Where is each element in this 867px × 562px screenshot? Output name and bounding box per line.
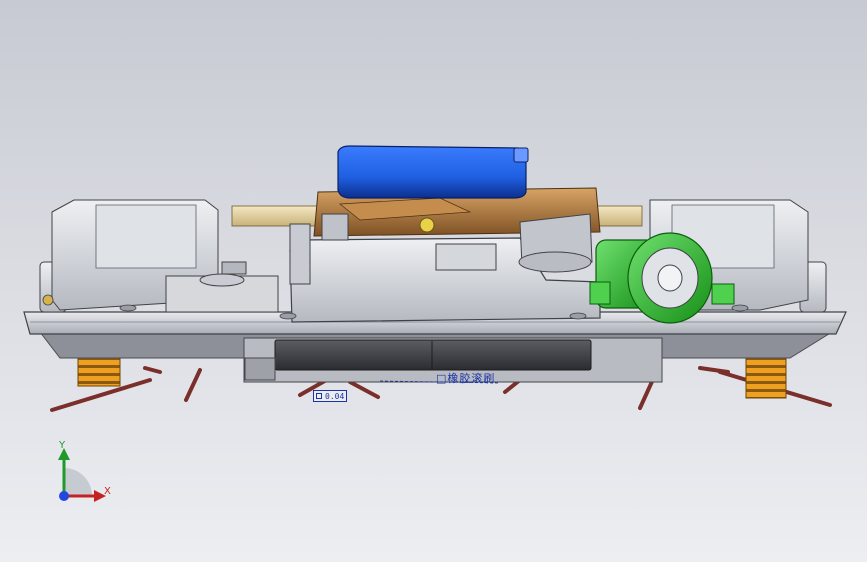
vacuum-fan-motor bbox=[337, 145, 527, 199]
side-brush-right bbox=[638, 366, 832, 410]
dimension-callout[interactable]: 0.04 bbox=[313, 390, 348, 402]
side-brush-left bbox=[50, 366, 202, 412]
robot-vacuum-model[interactable] bbox=[0, 0, 867, 562]
y-axis-label: Y bbox=[59, 440, 66, 451]
roller-brush-housing bbox=[274, 339, 592, 371]
coordinate-triad-icon bbox=[58, 448, 106, 502]
part-note[interactable]: □橡胶滚刷 bbox=[436, 370, 495, 386]
coordinate-triad: Y X bbox=[44, 438, 124, 508]
dimension-value: 0.04 bbox=[325, 391, 345, 401]
x-axis-label: X bbox=[104, 486, 111, 497]
drive-wheel-right bbox=[745, 351, 787, 399]
cad-viewport[interactable]: 0.04 □橡胶滚刷 Y X bbox=[0, 0, 867, 562]
datum-square-icon bbox=[316, 393, 322, 399]
